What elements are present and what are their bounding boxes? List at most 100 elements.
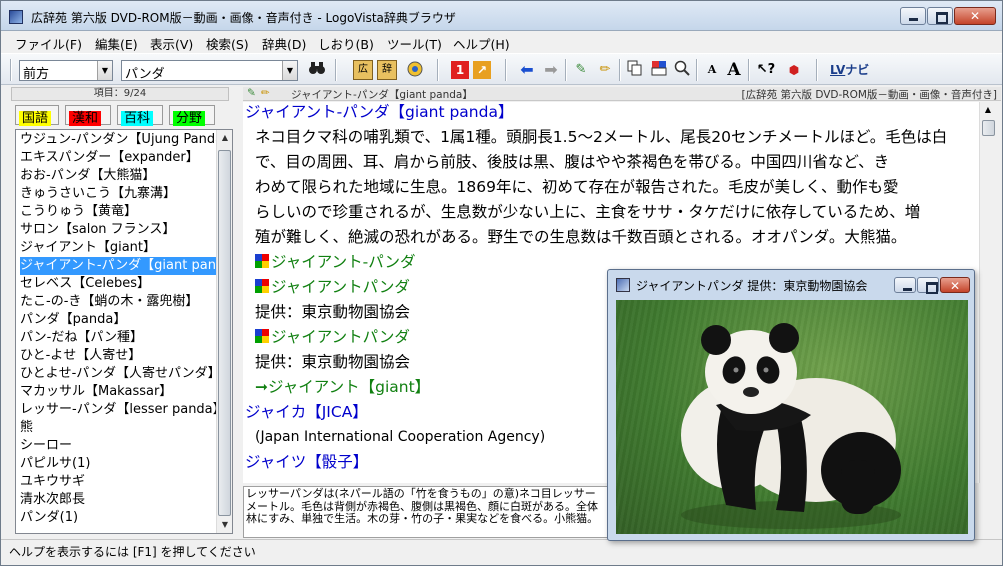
media-link[interactable]: ジャイアント-パンダ (255, 250, 415, 275)
color-settings-icon[interactable] (649, 60, 669, 80)
menu-file[interactable]: ファイル(F) (15, 34, 82, 53)
entry-title[interactable]: ジャイカ【JICA】 (245, 400, 368, 425)
list-item[interactable]: ウジュン-パンダン【Ujung Pandang】 (20, 131, 216, 149)
toolbar-separator (748, 59, 750, 81)
entry-title[interactable]: ジャイアント-パンダ【giant panda】 (245, 102, 513, 125)
copy-icon[interactable] (625, 60, 645, 80)
list-item[interactable]: パン-だね【パン種】 (20, 329, 216, 347)
image-window-icon[interactable] (616, 278, 630, 292)
help-pointer-icon[interactable]: ↖? (756, 60, 776, 80)
list-item[interactable]: ジャイアント【giant】 (20, 239, 216, 257)
list-item[interactable]: こうりゅう【黄竜】 (20, 203, 216, 221)
list-item[interactable]: パンダ【panda】 (20, 311, 216, 329)
list-item[interactable]: きゅうさいこう【九寨溝】 (20, 185, 216, 203)
result-list[interactable]: ウジュン-パンダン【Ujung Pandang】 エキスパンダー【expande… (15, 129, 233, 534)
menu-dictionary[interactable]: 辞典(D) (262, 34, 306, 53)
image-popup-window[interactable]: ジャイアントパンダ 提供：東京動物園協会 (607, 269, 975, 541)
list-item[interactable]: エキスパンダー【expander】 (20, 149, 216, 167)
bookmark-red-icon[interactable]: ⬢ (784, 60, 804, 80)
list-item[interactable]: パンダ(1) (20, 509, 216, 527)
jump-icon[interactable]: ↗ (473, 61, 491, 79)
app-icon[interactable] (9, 10, 23, 24)
lv-navi-button[interactable]: LVナビ (830, 60, 874, 80)
scroll-thumb[interactable] (218, 150, 231, 516)
menu-edit[interactable]: 編集(E) (95, 34, 138, 53)
back-arrow-icon[interactable]: ⬅ (517, 60, 537, 80)
menu-view[interactable]: 表示(V) (150, 34, 193, 53)
globe-icon[interactable] (405, 60, 425, 80)
title-bar[interactable]: 広辞苑 第六版 DVD-ROM版－動画・画像・音声付き - LogoVista辞… (1, 1, 1002, 31)
content-header: ✎ ✏ ジャイアント-パンダ【giant panda】 [広辞苑 第六版 DVD… (243, 87, 1001, 101)
number-one-icon[interactable]: 1 (451, 61, 469, 79)
font-larger-icon[interactable]: A (724, 60, 744, 80)
list-scrollbar[interactable]: ▲ ▼ (216, 130, 232, 533)
image-icon (255, 329, 269, 343)
scroll-thumb[interactable] (982, 120, 995, 136)
media-link[interactable]: ジャイアントパンダ (255, 325, 410, 350)
popup-maximize-button[interactable] (917, 277, 939, 294)
tab-kokugo[interactable]: 国語 (15, 105, 59, 126)
entry-title[interactable]: ジャイツ【骰子】 (245, 450, 368, 475)
font-smaller-icon[interactable]: A (702, 60, 722, 80)
header-entry-title: ジャイアント-パンダ【giant panda】 (291, 89, 473, 101)
list-item-selected[interactable]: ジャイアント-パンダ【giant panda】 (20, 257, 216, 275)
left-pane: 項目：9/24 国語 漢和 百科 分野 ウジュン-パンダン【Ujung Pand… (1, 86, 239, 538)
content-scrollbar[interactable]: ▲ (979, 102, 996, 483)
cross-reference-link[interactable]: ➞ジャイアント【giant】 (255, 375, 430, 400)
image-icon (255, 279, 269, 293)
list-item[interactable]: ひと-よせ【人寄せ】 (20, 347, 216, 365)
close-button[interactable] (954, 7, 996, 25)
tab-hyakka[interactable]: 百科 (117, 105, 163, 126)
list-item[interactable]: たこ-の-き【蛸の木・露兜樹】 (20, 293, 216, 311)
list-item[interactable]: 清水次郎長 (20, 491, 216, 509)
tab-bunya[interactable]: 分野 (169, 105, 215, 126)
scroll-down-icon[interactable]: ▼ (217, 517, 232, 533)
chevron-down-icon[interactable]: ▼ (97, 61, 112, 80)
list-item[interactable]: レッサー-パンダ【lesser panda】 (20, 401, 216, 419)
forward-arrow-icon[interactable]: ➡ (541, 60, 561, 80)
list-item[interactable]: ユキウサギ (20, 473, 216, 491)
highlighter-icon[interactable]: ✏ (261, 87, 270, 99)
preview-line: 林にすみ、単独で生活。木の芽・竹の子・果実などを食べる。小熊猫。 (246, 512, 599, 525)
search-input[interactable]: パンダ ▼ (121, 60, 298, 82)
header-dictionary-name: [広辞苑 第六版 DVD-ROM版－動画・画像・音声付き] (741, 89, 997, 101)
highlighter-icon[interactable]: ✏ (595, 60, 615, 80)
menu-search[interactable]: 検索(S) (206, 34, 249, 53)
toolbar-separator (619, 59, 621, 81)
binoculars-search-icon[interactable] (307, 60, 327, 80)
menu-bookmark[interactable]: しおり(B) (318, 34, 374, 53)
list-item[interactable]: セレベス【Celebes】 (20, 275, 216, 293)
search-mode-select[interactable]: 前方 ▼ (19, 60, 113, 82)
list-item[interactable]: マカッサル【Makassar】 (20, 383, 216, 401)
list-item[interactable]: 熊 (20, 419, 216, 437)
media-credit: 提供：東京動物園協会 (255, 353, 411, 371)
menu-help[interactable]: ヘルプ(H) (453, 34, 510, 53)
tab-hyakka-label: 百科 (121, 111, 154, 126)
zoom-icon[interactable] (672, 60, 692, 80)
menu-tools[interactable]: ツール(T) (387, 34, 442, 53)
media-link-label: ジャイアントパンダ (271, 278, 410, 296)
entry-body-line: わめて限られた地域に生息。1869年に、初めて存在が報告された。毛皮が美しく、動… (255, 178, 899, 196)
tab-kanwa[interactable]: 漢和 (65, 105, 111, 126)
preview-pane: レッサーパンダは(ネパール語の「竹を食うもの」の意)ネコ目レッサー メートル。毛… (243, 486, 609, 538)
pencil-icon[interactable]: ✎ (571, 60, 591, 80)
dictionary-list-icon[interactable]: 辞 (377, 60, 397, 80)
popup-minimize-button[interactable] (894, 277, 916, 293)
list-item[interactable]: サロン【salon フランス】 (20, 221, 216, 239)
media-link[interactable]: ジャイアントパンダ (255, 275, 410, 300)
maximize-button[interactable] (927, 7, 953, 25)
scroll-up-icon[interactable]: ▲ (217, 130, 232, 146)
media-link-label: ジャイアントパンダ (271, 328, 410, 346)
media-link-label: ジャイアント-パンダ (271, 253, 416, 271)
list-item[interactable]: ひとよせ-パンダ【人寄せパンダ】 (20, 365, 216, 383)
list-item[interactable]: パピルサ(1) (20, 455, 216, 473)
dictionary-kojien-icon[interactable]: 広 (353, 60, 373, 80)
pencil-icon[interactable]: ✎ (247, 87, 256, 99)
scroll-up-icon[interactable]: ▲ (980, 102, 996, 118)
minimize-button[interactable] (900, 7, 926, 25)
list-item[interactable]: シーロー (20, 437, 216, 455)
toolbar-separator (505, 59, 507, 81)
list-item[interactable]: おお-パンダ【大熊猫】 (20, 167, 216, 185)
chevron-down-icon[interactable]: ▼ (282, 61, 297, 80)
popup-close-button[interactable] (940, 277, 970, 294)
